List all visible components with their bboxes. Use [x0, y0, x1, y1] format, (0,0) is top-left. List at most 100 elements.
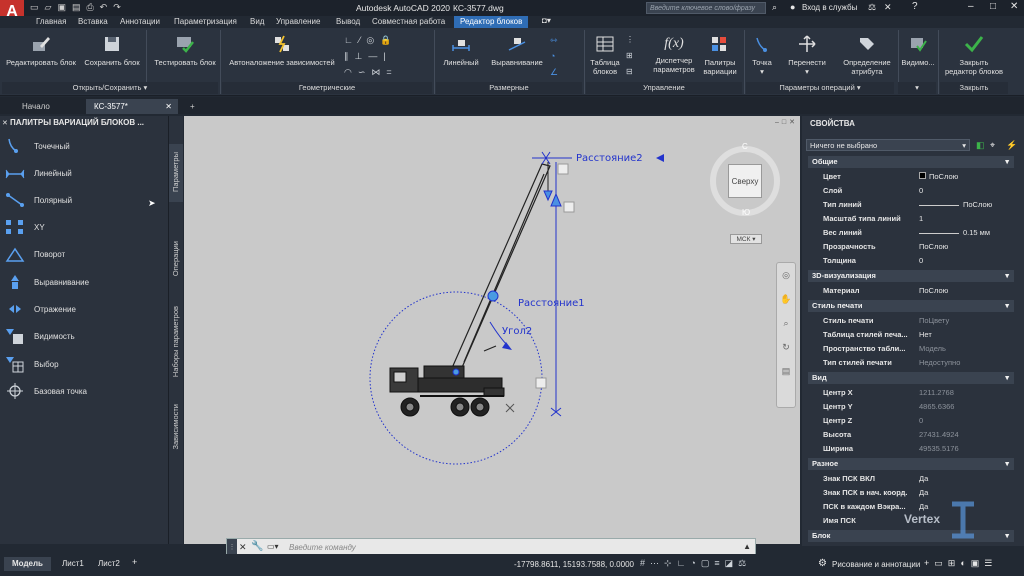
model-space-icon[interactable]: # — [640, 558, 650, 568]
prop-row[interactable]: Тип стилей печати Недоступно — [818, 356, 1014, 370]
prop-section-header[interactable]: Разное ▾ — [808, 458, 1014, 470]
hide-icon[interactable]: ⊟ — [626, 64, 640, 80]
undo-icon[interactable]: ↶ — [100, 2, 114, 12]
palette-item-basepoint[interactable]: Базовая точка — [4, 381, 154, 401]
tab-current-file[interactable]: КС-3577* ✕ — [86, 99, 178, 114]
annotation-monitor-icon[interactable]: + — [924, 558, 934, 568]
prop-row[interactable]: Тип линий ПоСлою — [818, 198, 1014, 212]
parallel-icon[interactable]: ∥ — [344, 51, 355, 61]
signin-link[interactable]: Вход в службы — [802, 3, 857, 12]
tab-close-icon[interactable]: ✕ — [165, 99, 172, 114]
workspace-switcher[interactable]: Рисование и аннотации — [832, 560, 920, 569]
viewcube-south[interactable]: Ю — [742, 208, 750, 217]
palette-item-linear[interactable]: Линейный — [4, 163, 154, 183]
lineweight-icon[interactable]: ≡ — [714, 558, 724, 568]
prop-row[interactable]: Центр Y 4865.6366 — [818, 400, 1014, 414]
drawing-canvas[interactable]: –□✕ Расстояние2 Расстояние1 Угол2 Сверху… — [184, 116, 800, 544]
search-box[interactable]: Введите ключевое слово/фразу — [646, 2, 766, 14]
prop-row[interactable]: Масштаб типа линий 1 — [818, 212, 1014, 226]
zoom-icon[interactable]: ⌕ — [777, 311, 795, 335]
side-tab-parameters[interactable]: Параметры — [171, 152, 180, 192]
prop-row[interactable]: Центр Z 0 — [818, 414, 1014, 428]
workspace-gear-icon[interactable]: ⚙ — [818, 558, 827, 569]
exchange-icon[interactable]: ✕ — [884, 2, 892, 13]
binoculars-icon[interactable]: ⌕ — [772, 2, 777, 13]
pan-icon[interactable]: ✋ — [777, 287, 795, 311]
prop-row[interactable]: Слой 0 — [818, 184, 1014, 198]
vertical-icon[interactable]: | — [383, 51, 391, 61]
save-block-button[interactable]: Сохранить блок — [80, 34, 144, 67]
units-icon[interactable]: ▭ — [934, 558, 948, 568]
collapse-icon[interactable]: ▾ — [1005, 300, 1009, 312]
cart-icon[interactable]: ⚖ — [868, 2, 876, 13]
panel-visibility[interactable]: ▾ — [898, 82, 936, 94]
prop-value[interactable]: ПоСлою — [919, 240, 948, 254]
block-table-button[interactable]: Таблица блоков — [588, 34, 622, 76]
saveas-icon[interactable]: ▤ — [72, 2, 87, 12]
cmd-history-icon[interactable]: ▲ — [743, 542, 751, 551]
prop-row[interactable]: Прозрачность ПоСлою — [818, 240, 1014, 254]
palette-item-alignment[interactable]: Выравнивание — [4, 272, 154, 292]
variation-palettes-button[interactable]: Палитры вариации — [700, 34, 740, 76]
toggle-pickadd-icon[interactable]: ◧ — [976, 140, 985, 151]
transparency-icon[interactable]: ◪ — [725, 558, 739, 568]
video-icon[interactable]: ◘▾ — [542, 16, 551, 25]
horizontal-dim-icon[interactable]: ⇿ — [550, 32, 580, 48]
prop-row[interactable]: Вес линий 0.15 мм — [818, 226, 1014, 240]
linear-button[interactable]: Линейный — [438, 34, 484, 67]
layout-tab-model[interactable]: Модель — [4, 557, 51, 571]
collapse-icon[interactable]: ▾ — [1005, 458, 1009, 470]
panel-action-params[interactable]: Параметры операций ▾ — [746, 82, 894, 94]
palette-item-rotation[interactable]: Поворот — [4, 244, 154, 264]
side-tab-constraints[interactable]: Зависимости — [171, 404, 180, 450]
prop-row[interactable]: Центр X 1211.2768 — [818, 386, 1014, 400]
ortho-icon[interactable]: ∟ — [677, 558, 691, 568]
polar-icon[interactable]: ◔ — [690, 558, 700, 568]
tab-view[interactable]: Вид — [250, 16, 264, 28]
prop-row[interactable]: Пространство табли... Модель — [818, 342, 1014, 356]
prop-row[interactable]: Ширина 49535.5176 — [818, 442, 1014, 456]
tab-annotate[interactable]: Аннотации — [120, 16, 160, 28]
clean-screen-icon[interactable]: ▣ — [971, 558, 985, 568]
angular-dim-icon[interactable]: ∠ — [550, 64, 580, 80]
visibility-button[interactable]: Видимо... — [900, 34, 936, 67]
new-tab-button[interactable]: + — [182, 99, 203, 114]
close-block-editor-button[interactable]: Закрыть редактор блоков — [940, 34, 1008, 76]
redo-icon[interactable]: ↷ — [113, 2, 127, 12]
tab-output[interactable]: Вывод — [336, 16, 360, 28]
layout-tab-sheet1[interactable]: Лист1 — [56, 557, 90, 571]
prop-value[interactable]: ПоСлою — [919, 198, 992, 212]
prop-row[interactable]: Знак ПСК ВКЛ Да — [818, 472, 1014, 486]
prop-section-header[interactable]: Вид ▾ — [808, 372, 1014, 384]
side-tab-parameter-sets[interactable]: Наборы параметров — [171, 306, 180, 377]
print-icon[interactable]: ⎙ — [86, 2, 99, 12]
prop-section-header[interactable]: 3D-визуализация ▾ — [808, 270, 1014, 282]
prop-value[interactable]: 0 — [919, 184, 923, 198]
prop-value[interactable]: Да — [919, 472, 928, 486]
prop-row[interactable]: Стиль печати ПоЦвету — [818, 314, 1014, 328]
prop-section-header[interactable]: Общие ▾ — [808, 156, 1014, 168]
palette-close-icon[interactable]: ✕ — [2, 119, 8, 127]
panel-open-save[interactable]: Открыть/Сохранить ▾ — [2, 82, 218, 94]
auto-constraints-button[interactable]: Автоналожение зависимостей — [224, 34, 340, 67]
prop-value[interactable]: ПоСлою — [919, 170, 958, 184]
tab-insert[interactable]: Вставка — [78, 16, 108, 28]
save-icon[interactable]: ▣ — [57, 2, 72, 12]
layout-tab-sheet2[interactable]: Лист2 — [92, 557, 126, 571]
attribute-definition-button[interactable]: Определение атрибута — [836, 34, 898, 76]
tangent-icon[interactable]: ◠ — [344, 67, 358, 77]
side-tab-actions[interactable]: Операции — [171, 241, 180, 276]
prop-value[interactable]: Нет — [919, 328, 932, 342]
snap-icon[interactable]: ⊹ — [664, 558, 677, 568]
palette-item-flip[interactable]: Отражение — [4, 299, 154, 319]
show-all-icon[interactable]: ⊞ — [626, 48, 640, 64]
palette-item-polar[interactable]: Полярный — [4, 190, 154, 210]
panel-dimensional[interactable]: Размерные — [436, 82, 582, 94]
collapse-icon[interactable]: ▾ — [1005, 372, 1009, 384]
add-layout-button[interactable]: + — [132, 557, 137, 567]
viewcube-north[interactable]: С — [742, 142, 748, 151]
annotation-scale-icon[interactable]: ⚖ — [738, 558, 751, 568]
grid-icon[interactable]: ⋯ — [650, 558, 664, 568]
symmetric-icon[interactable]: ⋈ — [371, 67, 386, 77]
test-block-button[interactable]: Тестировать блок — [150, 34, 220, 67]
